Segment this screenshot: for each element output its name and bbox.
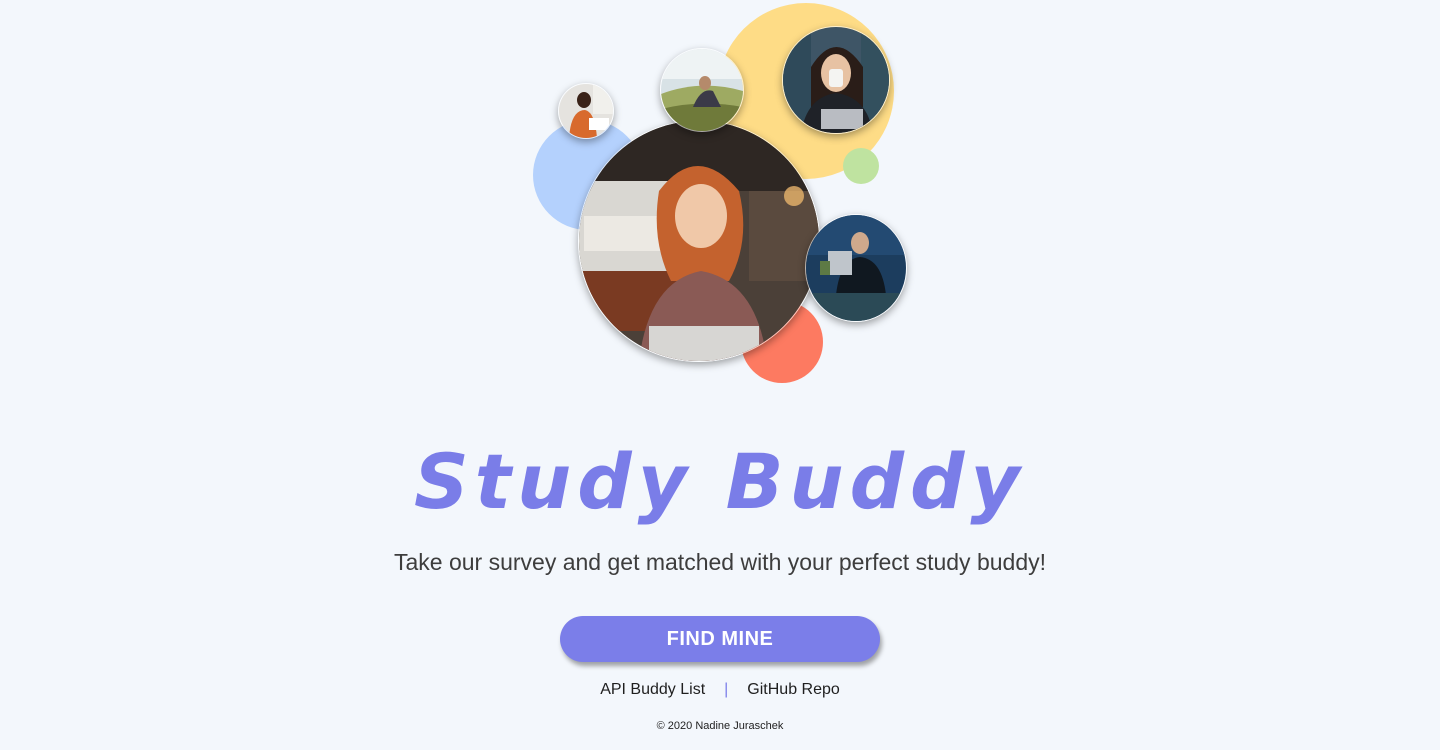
copyright-text: © 2020 Nadine Juraschek bbox=[656, 720, 784, 732]
footer-links: API Buddy List | GitHub Repo bbox=[0, 678, 1440, 702]
woman-drinking-coffee-photo bbox=[782, 26, 890, 134]
github-repo-link[interactable]: GitHub Repo bbox=[747, 681, 840, 698]
green-circle bbox=[843, 148, 879, 184]
api-buddy-list-link[interactable]: API Buddy List bbox=[600, 681, 705, 698]
link-separator: | bbox=[724, 681, 729, 698]
man-with-laptop-photo bbox=[805, 214, 907, 322]
woman-laptop-photo bbox=[578, 120, 820, 362]
landing-page: Study Buddy Take our survey and get matc… bbox=[0, 0, 1440, 750]
page-subtitle: Take our survey and get matched with you… bbox=[393, 549, 1047, 575]
woman-writing-photo bbox=[558, 83, 614, 139]
hero-collage bbox=[0, 0, 1440, 400]
page-title: Study Buddy bbox=[414, 437, 1026, 526]
find-mine-button[interactable]: FIND MINE bbox=[560, 616, 880, 662]
person-reading-outdoors-photo bbox=[660, 48, 744, 132]
